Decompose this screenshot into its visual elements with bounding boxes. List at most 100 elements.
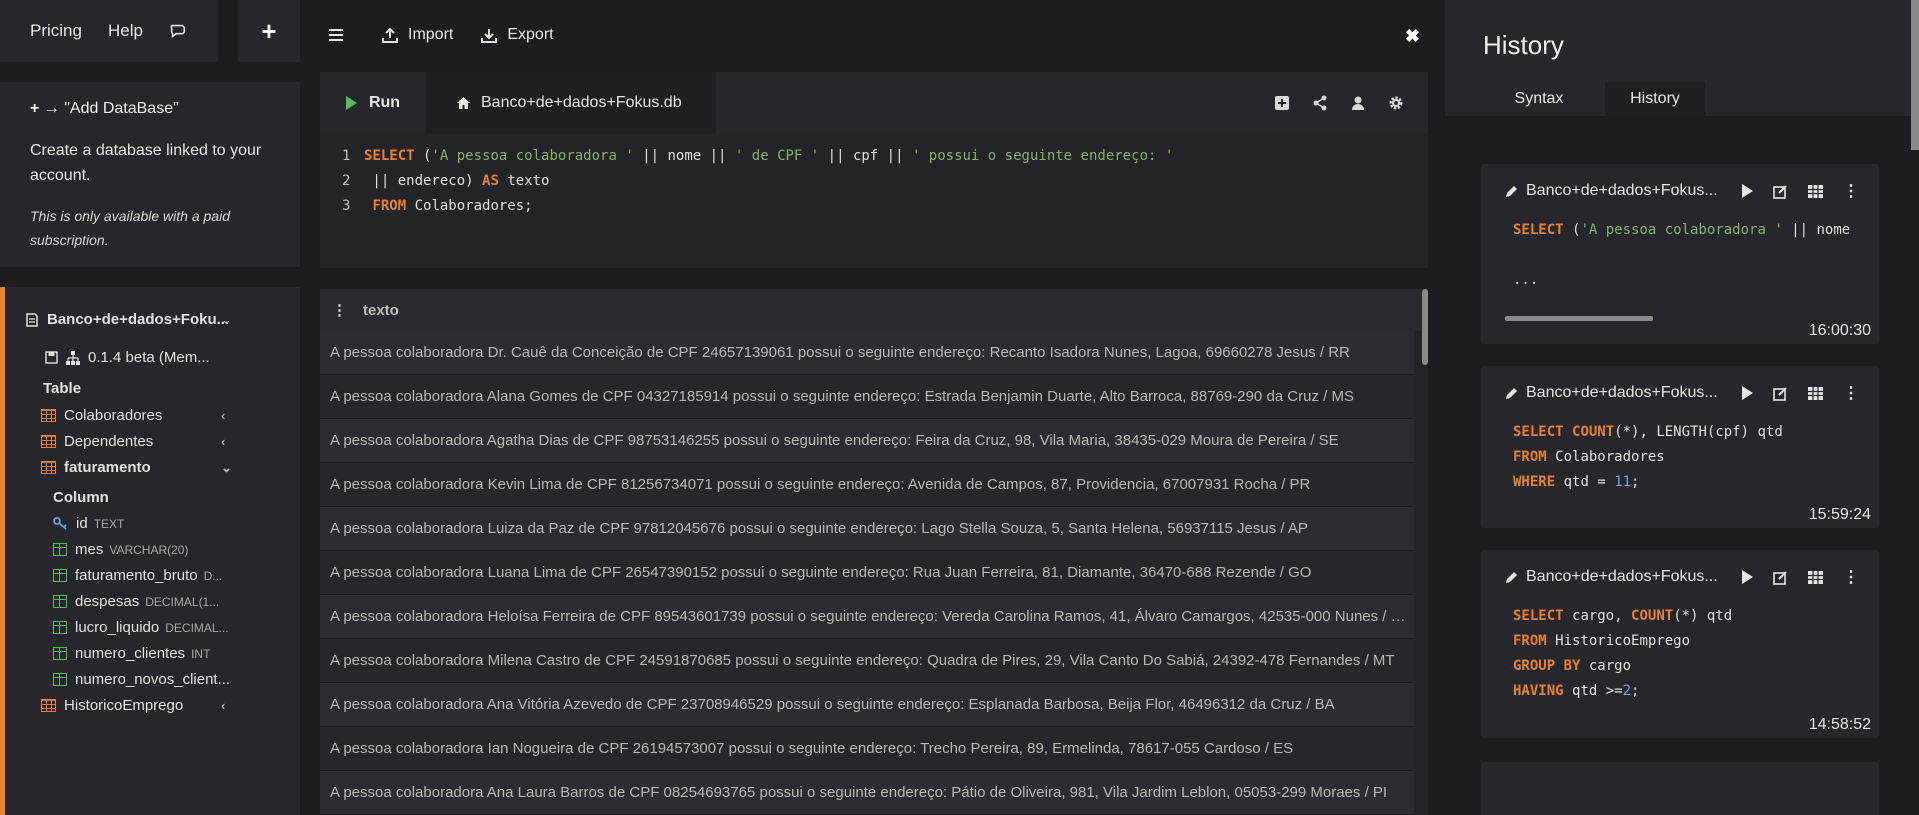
table-row[interactable]: A pessoa colaboradora Agatha Dias de CPF… <box>320 419 1414 463</box>
version-label: 0.1.4 beta (Mem... <box>88 349 210 366</box>
grid-icon[interactable] <box>1808 184 1823 198</box>
line-number: 2 <box>342 173 351 189</box>
history-entry-code: SELECT cargo, COUNT(*) qtd FROM Historic… <box>1513 608 1733 699</box>
close-icon[interactable]: ✖ <box>1405 26 1420 47</box>
chevron-left-icon[interactable]: ‹ <box>221 408 225 423</box>
more-vertical-icon[interactable]: ⋮ <box>1843 567 1859 587</box>
column-type: VARCHAR(20) <box>109 542 189 557</box>
editor-tabs: Run Banco+de+dados+Fokus.db <box>320 72 1428 134</box>
history-entry-title: Banco+de+dados+Fokus... <box>1526 568 1718 585</box>
history-entry[interactable] <box>1481 762 1879 815</box>
edit-icon[interactable] <box>1773 184 1788 199</box>
play-icon[interactable] <box>1742 570 1753 584</box>
more-vertical-icon[interactable]: ⋮ <box>1843 383 1859 403</box>
subscription-note: This is only available with a paid subsc… <box>30 208 230 248</box>
table-item-faturamento[interactable]: faturamento ⌄ <box>41 459 232 476</box>
chevron-down-icon[interactable]: ⌄ <box>221 312 232 328</box>
sql-editor[interactable]: 1 SELECT ('A pessoa colaboradora ' || nom… <box>320 134 1428 219</box>
column-item-lucro-liquido[interactable]: lucro_liquido DECIMAL... <box>53 619 229 636</box>
column-item-id[interactable]: id TEXT <box>53 515 124 532</box>
column-item-faturamento-bruto[interactable]: faturamento_bruto D... <box>53 567 222 584</box>
user-icon[interactable] <box>1350 95 1366 111</box>
table-row[interactable]: A pessoa colaboradora Ian Nogueira de CP… <box>320 727 1414 771</box>
share-icon[interactable] <box>1312 95 1328 111</box>
history-tabs: Syntax History <box>1473 82 1705 116</box>
table-row[interactable]: A pessoa colaboradora Milena Castro de C… <box>320 639 1414 683</box>
editor-panel: Run Banco+de+dados+Fokus.db 1 SELECT ('A … <box>320 72 1428 268</box>
tab-history[interactable]: History <box>1605 82 1705 116</box>
database-node[interactable]: Banco+de+dados+Foku... ⌄ <box>25 311 232 328</box>
results-scrollbar[interactable] <box>1422 289 1428 365</box>
table-row[interactable]: A pessoa colaboradora Dr. Cauê da Concei… <box>320 331 1414 375</box>
cell-texto: A pessoa colaboradora Ian Nogueira de CP… <box>330 740 1294 757</box>
sitemap-icon[interactable] <box>66 350 80 365</box>
table-item-historicoemprego[interactable]: HistoricoEmprego ‹ <box>41 697 225 714</box>
kebab-icon[interactable]: ⋮ <box>332 301 347 319</box>
table-row[interactable]: A pessoa colaboradora Luana Lima de CPF … <box>320 551 1414 595</box>
column-name: lucro_liquido <box>75 619 160 636</box>
column-type: DECIMAL(1... <box>145 594 220 609</box>
history-entry[interactable]: Banco+de+dados+Fokus... ⋮ SELECT COUNT(*… <box>1481 366 1879 528</box>
column-type: DECIMAL... <box>165 620 229 635</box>
pencil-icon[interactable] <box>1505 387 1518 400</box>
table-row[interactable]: A pessoa colaboradora Alana Gomes de CPF… <box>320 375 1414 419</box>
table-name: Colaboradores <box>64 407 163 424</box>
pencil-icon[interactable] <box>1505 185 1518 198</box>
edit-icon[interactable] <box>1773 386 1788 401</box>
export-label: Export <box>507 26 554 43</box>
import-label: Import <box>408 26 454 43</box>
history-entry-time: 15:59:24 <box>1808 506 1871 523</box>
save-icon[interactable] <box>45 351 58 364</box>
chevron-left-icon[interactable]: ‹ <box>221 698 225 713</box>
history-entry-title: Banco+de+dados+Fokus... <box>1526 384 1718 401</box>
column-item-numero-novos-clientes[interactable]: numero_novos_client... <box>53 671 230 688</box>
grid-icon[interactable] <box>1808 386 1823 400</box>
edit-icon[interactable] <box>1773 570 1788 585</box>
chevron-left-icon[interactable]: ‹ <box>221 434 225 449</box>
pencil-icon[interactable] <box>1505 571 1518 584</box>
history-entry-code: SELECT COUNT(*), LENGTH(cpf) qtd FROM Co… <box>1513 424 1783 490</box>
cell-texto: A pessoa colaboradora Luiza da Paz de CP… <box>330 520 1308 537</box>
history-entry-scrollbar[interactable] <box>1505 316 1653 321</box>
column-item-numero-clientes[interactable]: numero_clientes INT <box>53 645 210 662</box>
tab-syntax[interactable]: Syntax <box>1473 82 1605 116</box>
table-item-dependentes[interactable]: Dependentes ‹ <box>41 433 225 450</box>
column-item-mes[interactable]: mes VARCHAR(20) <box>53 541 188 558</box>
play-icon[interactable] <box>1742 386 1753 400</box>
add-database-card: + → "Add DataBase" Create a database lin… <box>0 82 300 267</box>
gear-icon[interactable] <box>1388 95 1404 111</box>
play-icon[interactable] <box>1742 184 1753 198</box>
table-row[interactable]: A pessoa colaboradora Ana Laura Barros d… <box>320 771 1414 815</box>
menu-button[interactable] <box>328 28 354 42</box>
export-button[interactable]: Export <box>481 26 554 44</box>
table-row[interactable]: A pessoa colaboradora Luiza da Paz de CP… <box>320 507 1414 551</box>
run-button[interactable]: Run <box>320 72 426 134</box>
file-tab[interactable]: Banco+de+dados+Fokus.db <box>426 72 716 134</box>
top-toolbar: Import Export ✖ <box>320 0 1428 70</box>
import-button[interactable]: Import <box>382 26 453 44</box>
add-database-line[interactable]: + → "Add DataBase" <box>30 100 270 118</box>
grid-icon[interactable] <box>1808 570 1823 584</box>
table-item-colaboradores[interactable]: Colaboradores ‹ <box>41 407 225 424</box>
history-entry-time: 16:00:30 <box>1808 322 1871 339</box>
key-icon <box>53 517 67 530</box>
history-entry[interactable]: Banco+de+dados+Fokus... ⋮ SELECT cargo, … <box>1481 550 1879 738</box>
history-entry[interactable]: Banco+de+dados+Fokus... ⋮ SELECT ('A pes… <box>1481 164 1879 344</box>
more-vertical-icon[interactable]: ⋮ <box>1843 181 1859 201</box>
table-row[interactable]: A pessoa colaboradora Heloísa Ferreira d… <box>320 595 1414 639</box>
chevron-down-icon[interactable]: ⌄ <box>221 460 232 476</box>
pricing-link[interactable]: Pricing <box>30 21 82 41</box>
add-tab-icon[interactable] <box>1274 95 1290 111</box>
history-scrollbar[interactable] <box>1911 0 1919 150</box>
code-line: 1 SELECT ('A pessoa colaboradora ' || nom… <box>342 144 1428 169</box>
table-row[interactable]: A pessoa colaboradora Kevin Lima de CPF … <box>320 463 1414 507</box>
help-link[interactable]: Help <box>108 21 143 41</box>
column-header-texto[interactable]: texto <box>363 302 399 319</box>
add-database-description: Create a database linked to your account… <box>30 142 262 184</box>
add-database-button[interactable]: + <box>238 0 300 62</box>
history-entry-header: Banco+de+dados+Fokus... ⋮ <box>1481 164 1879 218</box>
table-name: Dependentes <box>64 433 154 450</box>
table-row[interactable]: A pessoa colaboradora Ana Vitória Azeved… <box>320 683 1414 727</box>
chat-icon[interactable] <box>169 22 187 40</box>
column-item-despesas[interactable]: despesas DECIMAL(1... <box>53 593 219 610</box>
